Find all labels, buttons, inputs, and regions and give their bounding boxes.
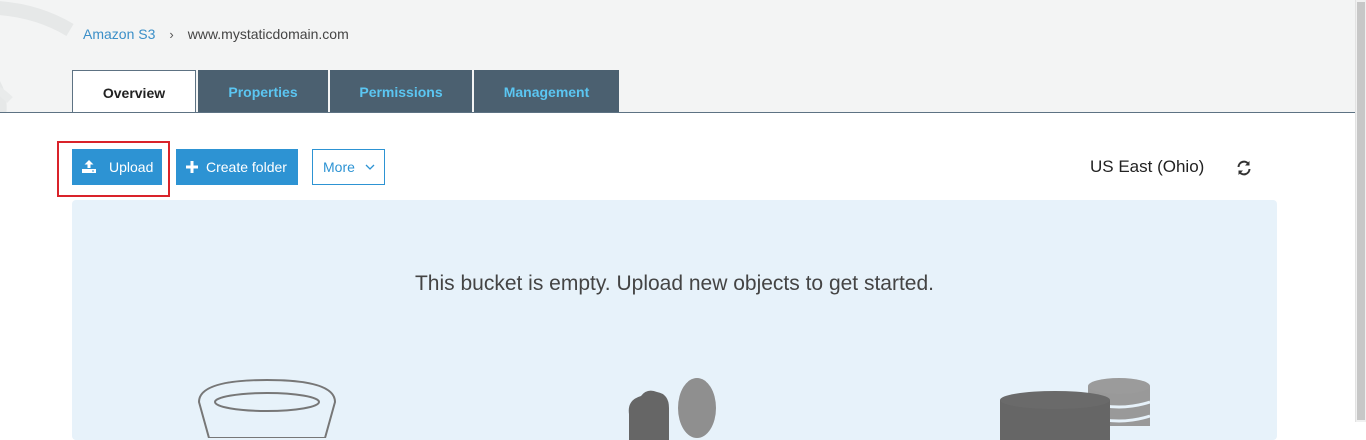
region-label: US East (Ohio): [1090, 157, 1205, 176]
database-illustration: [1000, 378, 1151, 440]
tab-overview[interactable]: Overview: [72, 70, 196, 112]
refresh-icon[interactable]: [1235, 159, 1253, 177]
create-folder-button[interactable]: Create folder: [176, 149, 298, 185]
tab-management[interactable]: Management: [474, 70, 619, 112]
upload-highlight-box: [57, 141, 170, 197]
tab-properties[interactable]: Properties: [198, 70, 328, 112]
tab-bar: Overview Properties Permissions Manageme…: [72, 70, 621, 112]
people-illustration: [628, 378, 716, 440]
scrollbar-thumb[interactable]: [1357, 2, 1365, 420]
tab-permissions[interactable]: Permissions: [330, 70, 472, 112]
chevron-down-icon: [365, 164, 375, 170]
create-folder-button-label: Create folder: [206, 159, 287, 175]
plus-icon: [186, 161, 198, 173]
empty-bucket-message: This bucket is empty. Upload new objects…: [414, 272, 935, 295]
header-band: Amazon S3 › www.mystaticdomain.com Overv…: [0, 0, 1355, 113]
bucket-illustration: [197, 378, 337, 438]
breadcrumb-separator: ›: [169, 26, 174, 42]
breadcrumb-amazon-s3-link[interactable]: Amazon S3: [83, 26, 155, 42]
more-button-label: More: [323, 159, 355, 175]
vertical-scrollbar[interactable]: [1355, 0, 1366, 422]
breadcrumb: Amazon S3 › www.mystaticdomain.com: [83, 26, 349, 42]
more-button[interactable]: More: [312, 149, 385, 185]
breadcrumb-current-bucket: www.mystaticdomain.com: [187, 26, 349, 42]
empty-bucket-panel: This bucket is empty. Upload new objects…: [72, 200, 1277, 440]
